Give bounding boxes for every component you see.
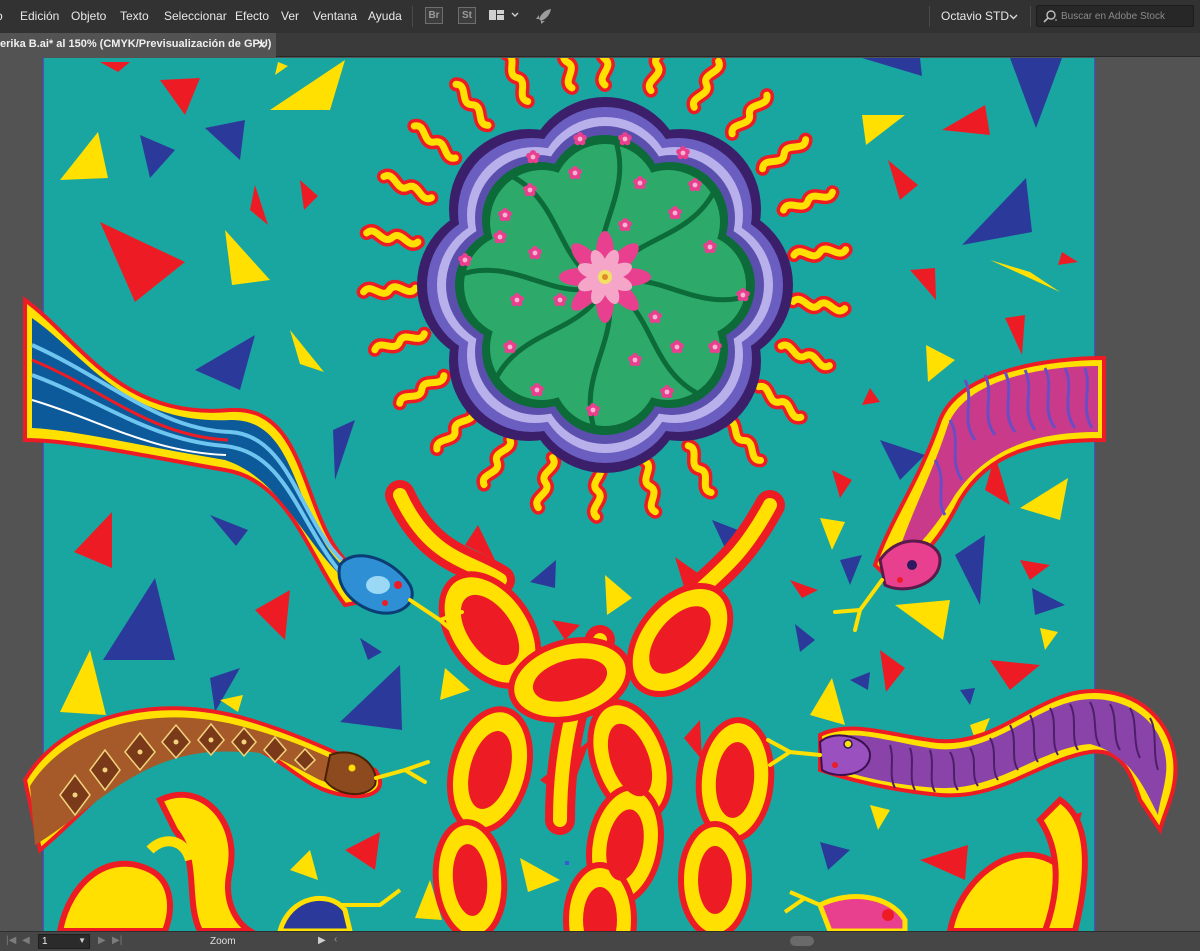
status-bar: |◀ ◀ 1 ▼ ▶ ▶| Zoom ▶ ‹ bbox=[0, 931, 1200, 951]
menu-edicion[interactable]: Edición bbox=[20, 9, 59, 23]
menu-separator bbox=[412, 6, 413, 27]
last-artboard-icon[interactable]: ▶| bbox=[112, 935, 122, 946]
artboard-number-field[interactable]: 1 ▼ bbox=[38, 934, 90, 949]
document-tab-title: erika B.ai* al 150% (CMYK/Previsualizaci… bbox=[0, 38, 272, 50]
bridge-button[interactable]: Br bbox=[425, 7, 443, 24]
horizontal-scrollbar[interactable]: ‹ bbox=[334, 934, 1200, 948]
document-tab[interactable]: erika B.ai* al 150% (CMYK/Previsualizaci… bbox=[0, 33, 276, 57]
menu-efecto[interactable]: Efecto bbox=[235, 9, 269, 23]
previous-artboard-icon[interactable]: ◀ bbox=[22, 935, 30, 946]
stock-button[interactable]: St bbox=[458, 7, 476, 24]
chevron-down-icon bbox=[1009, 14, 1018, 20]
document-tab-bar: erika B.ai* al 150% (CMYK/Previsualizaci… bbox=[0, 33, 1200, 57]
chevron-down-icon: ▼ bbox=[78, 936, 86, 945]
artboard-number: 1 bbox=[42, 936, 48, 947]
next-artboard-icon[interactable]: ▶ bbox=[98, 935, 106, 946]
search-input[interactable] bbox=[1061, 9, 1191, 23]
menu-objeto[interactable]: Objeto bbox=[71, 9, 106, 23]
peyote-mandala bbox=[417, 97, 793, 473]
search-icon bbox=[1043, 10, 1057, 23]
menu-archivo[interactable]: o bbox=[0, 9, 3, 23]
menu-separator bbox=[1030, 6, 1031, 27]
menu-separator bbox=[929, 6, 930, 27]
adobe-stock-search[interactable] bbox=[1036, 5, 1194, 27]
close-document-button[interactable]: × bbox=[258, 37, 266, 52]
arrange-documents-icon[interactable] bbox=[489, 9, 519, 23]
gpu-performance-rocket-icon[interactable] bbox=[535, 7, 553, 25]
artboard-canvas[interactable] bbox=[0, 58, 1200, 931]
workspace-switcher[interactable]: Octavio STD bbox=[931, 6, 1023, 27]
menu-ventana[interactable]: Ventana bbox=[313, 9, 357, 23]
menu-texto[interactable]: Texto bbox=[120, 9, 149, 23]
menu-bar: o Edición Objeto Texto Seleccionar Efect… bbox=[0, 0, 1200, 33]
first-artboard-icon[interactable]: |◀ bbox=[6, 935, 16, 946]
scroll-left-icon[interactable]: ‹ bbox=[334, 934, 337, 945]
workspace-name: Octavio STD bbox=[941, 9, 1010, 23]
menu-ayuda[interactable]: Ayuda bbox=[368, 9, 402, 23]
menu-seleccionar[interactable]: Seleccionar bbox=[164, 9, 227, 23]
anchor-point[interactable] bbox=[565, 861, 569, 865]
status-menu-arrow-icon[interactable]: ▶ bbox=[318, 935, 326, 946]
menu-ver[interactable]: Ver bbox=[281, 9, 299, 23]
status-zoom-label: Zoom bbox=[210, 936, 236, 947]
scrollbar-thumb[interactable] bbox=[790, 936, 814, 946]
